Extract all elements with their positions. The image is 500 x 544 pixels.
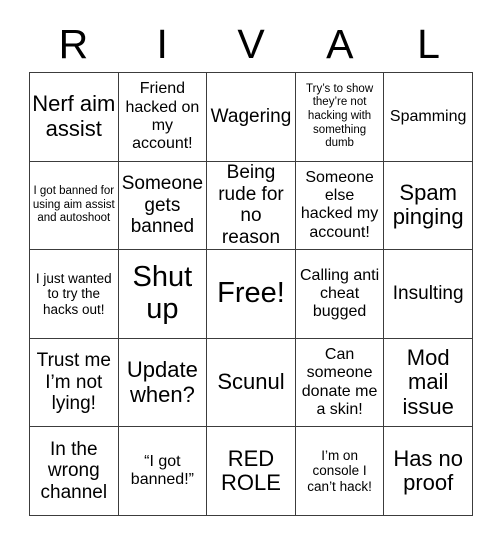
- bingo-cell-label: Wagering: [210, 106, 292, 128]
- bingo-cell-label: In the wrong channel: [40, 438, 108, 503]
- bingo-cell-r0-c4[interactable]: Spamming: [384, 73, 473, 162]
- bingo-cell-r0-c1[interactable]: Friend hacked on my account!: [118, 73, 208, 162]
- bingo-row: I just wanted to try the hacks out! Shut …: [30, 250, 473, 339]
- bingo-cell-label: I’m on console I can’t hack!: [307, 447, 372, 494]
- bingo-cell-label: Can someone donate me a skin!: [301, 346, 378, 418]
- bingo-cell-label: Try’s to show they’re not hacking with s…: [306, 82, 374, 150]
- bingo-cell-label: Friend hacked on my account!: [125, 80, 200, 153]
- bingo-cell-r2-c4[interactable]: Insulting: [384, 250, 473, 339]
- bingo-cell-r3-c4[interactable]: Mod mail issue: [384, 338, 473, 428]
- bingo-cell-r1-c1[interactable]: Someone gets banned: [118, 161, 208, 251]
- bingo-cell-r2-c1[interactable]: Shut up: [118, 250, 208, 339]
- bingo-cell-r4-c2[interactable]: RED ROLE: [207, 427, 296, 516]
- bingo-row: In the wrong channel “I got banned!” RED R…: [30, 427, 473, 516]
- bingo-card: R I V A L Nerf aim assist Friend hacked on my…: [0, 0, 500, 544]
- bingo-cell-label: Being rude for no reason: [218, 162, 284, 248]
- bingo-header: RIVAL: [29, 16, 473, 72]
- bingo-cell-r2-c3[interactable]: Calling anti cheat bugged: [295, 250, 385, 339]
- bingo-cell-r1-c2[interactable]: Being rude for no reason: [207, 161, 296, 251]
- bingo-cell-r1-c3[interactable]: Someone else hacked my account!: [295, 161, 385, 251]
- bingo-cell-label: RED ROLE: [221, 445, 281, 496]
- bingo-cell-label: Has no proof: [393, 445, 464, 496]
- bingo-cell-label: Nerf aim assist: [32, 91, 116, 141]
- bingo-cell-r4-c1[interactable]: “I got banned!”: [118, 427, 208, 516]
- bingo-cell-label: Shut up: [132, 261, 193, 325]
- bingo-cell-r1-c0[interactable]: I got banned for using aim assist and au…: [30, 161, 119, 251]
- bingo-cell-label: Spamming: [389, 107, 467, 125]
- bingo-cell-label: Calling anti cheat bugged: [300, 266, 380, 321]
- bingo-cell-label: Someone gets banned: [121, 173, 204, 238]
- bingo-cell-label: Insulting: [392, 283, 464, 305]
- bingo-cell-label: Update when?: [126, 356, 198, 407]
- bingo-row: I got banned for using aim assist and au…: [30, 161, 473, 251]
- bingo-header-letter-0: R: [58, 20, 89, 67]
- bingo-cell-r3-c2[interactable]: Scunul: [207, 338, 296, 428]
- bingo-cell-r0-c0[interactable]: Nerf aim assist: [30, 73, 119, 162]
- bingo-cell-r4-c3[interactable]: I’m on console I can’t hack!: [295, 427, 385, 516]
- bingo-header-letter-2: V: [237, 20, 265, 67]
- bingo-cell-r2-c0[interactable]: I just wanted to try the hacks out!: [30, 250, 119, 339]
- bingo-cell-label: Trust me I’m not lying!: [36, 350, 111, 415]
- bingo-grid: Nerf aim assist Friend hacked on my accou…: [29, 72, 473, 516]
- bingo-cell-label: Someone else hacked my account!: [300, 168, 379, 241]
- bingo-cell-r3-c0[interactable]: Trust me I’m not lying!: [30, 338, 119, 428]
- bingo-cell-label: I just wanted to try the hacks out!: [35, 270, 112, 317]
- bingo-cell-r3-c3[interactable]: Can someone donate me a skin!: [295, 338, 385, 428]
- bingo-cell-r0-c3[interactable]: Try’s to show they’re not hacking with s…: [295, 73, 385, 162]
- bingo-cell-r2-c2[interactable]: Free!: [207, 250, 296, 339]
- bingo-cell-r3-c1[interactable]: Update when?: [118, 338, 208, 428]
- bingo-header-letter-4: L: [417, 20, 440, 67]
- bingo-cell-r4-c0[interactable]: In the wrong channel: [30, 427, 119, 516]
- bingo-row: Nerf aim assist Friend hacked on my accou…: [30, 73, 473, 162]
- bingo-cell-label: Spam pinging: [392, 179, 464, 230]
- bingo-row: Trust me I’m not lying! Update when? Scunu…: [30, 338, 473, 428]
- bingo-cell-label: “I got banned!”: [130, 452, 194, 489]
- bingo-cell-label: Scunul: [217, 369, 285, 395]
- bingo-cell-r1-c4[interactable]: Spam pinging: [384, 161, 473, 251]
- bingo-cell-label: Mod mail issue: [402, 344, 454, 419]
- bingo-cell-r4-c4[interactable]: Has no proof: [384, 427, 473, 516]
- bingo-cell-r0-c2[interactable]: Wagering: [207, 73, 296, 162]
- bingo-cell-label: I got banned for using aim assist and au…: [32, 185, 115, 225]
- bingo-cell-label: Free!: [217, 277, 285, 310]
- bingo-header-letter-1: I: [156, 20, 168, 67]
- bingo-header-letter-3: A: [326, 20, 354, 67]
